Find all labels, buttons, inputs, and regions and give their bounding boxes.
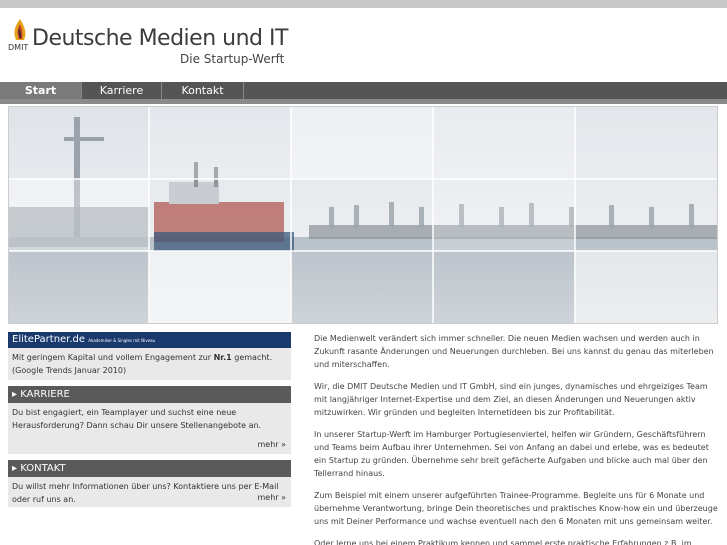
flame-logo-icon xyxy=(14,19,26,40)
kontakt-text: Du willst mehr Informationen über uns? K… xyxy=(8,477,291,507)
elitepartner-text-before: Mit geringem Kapital und vollem Engageme… xyxy=(12,353,214,362)
top-bar xyxy=(0,0,727,8)
nav-item-start[interactable]: Start xyxy=(0,82,82,99)
karriere-text-body: Du bist engagiert, ein Teamplayer und su… xyxy=(12,408,262,430)
karriere-heading: ▸ KARRIERE xyxy=(8,386,291,403)
main-nav: Start Karriere Kontakt xyxy=(0,82,727,104)
logo-mark-text: DMIT xyxy=(8,43,29,52)
hero-harbor-image xyxy=(8,106,718,324)
triangle-right-icon: ▸ xyxy=(12,463,18,474)
kontakt-box: ▸ KONTAKT Du willst mehr Informationen ü… xyxy=(8,460,291,507)
triangle-right-icon: ▸ xyxy=(12,389,18,400)
elitepartner-logo[interactable]: ElitePartner.de Akademiker & Singles mit… xyxy=(8,332,291,348)
kontakt-text-body: Du willst mehr Informationen über uns? K… xyxy=(12,482,279,504)
nav-underline-strip xyxy=(0,99,727,104)
nav-item-kontakt[interactable]: Kontakt xyxy=(162,82,244,99)
main-content: Die Medienwelt verändert sich immer schn… xyxy=(314,332,719,545)
nav-item-karriere[interactable]: Karriere xyxy=(82,82,162,99)
main-paragraph: Oder lerne uns bei einem Praktikum kenne… xyxy=(314,539,692,545)
kontakt-heading: ▸ KONTAKT xyxy=(8,460,291,477)
elitepartner-text-bold: Nr.1 xyxy=(213,353,232,362)
elitepartner-box[interactable]: ElitePartner.de Akademiker & Singles mit… xyxy=(8,332,291,380)
sidebar: ElitePartner.de Akademiker & Singles mit… xyxy=(8,332,291,513)
elitepartner-logo-sub: Akademiker & Singles mit Niveau xyxy=(88,338,156,343)
brand-name: Deutsche Medien und IT xyxy=(32,26,288,51)
main-paragraph: Wir, die DMIT Deutsche Medien und IT Gmb… xyxy=(314,382,708,417)
elitepartner-logo-text: ElitePartner.de xyxy=(12,334,86,345)
main-paragraph: In unserer Startup-Werft im Hamburger Po… xyxy=(314,430,709,478)
karriere-box: ▸ KARRIERE Du bist engagiert, ein Teampl… xyxy=(8,386,291,454)
karriere-heading-label: KARRIERE xyxy=(20,389,70,400)
main-paragraph: Zum Beispiel mit einem unserer aufgeführ… xyxy=(314,491,718,526)
karriere-text: Du bist engagiert, ein Teamplayer und su… xyxy=(8,403,291,454)
elitepartner-text: Mit geringem Kapital und vollem Engageme… xyxy=(8,348,291,380)
kontakt-more-link[interactable]: mehr » xyxy=(257,491,286,504)
main-paragraph: Die Medienwelt verändert sich immer schn… xyxy=(314,334,714,369)
kontakt-heading-label: KONTAKT xyxy=(20,463,66,474)
karriere-more-link[interactable]: mehr » xyxy=(257,438,286,451)
site-logo[interactable]: DMIT Deutsche Medien und IT Die Startup-… xyxy=(8,16,298,68)
brand-tagline: Die Startup-Werft xyxy=(180,52,285,66)
